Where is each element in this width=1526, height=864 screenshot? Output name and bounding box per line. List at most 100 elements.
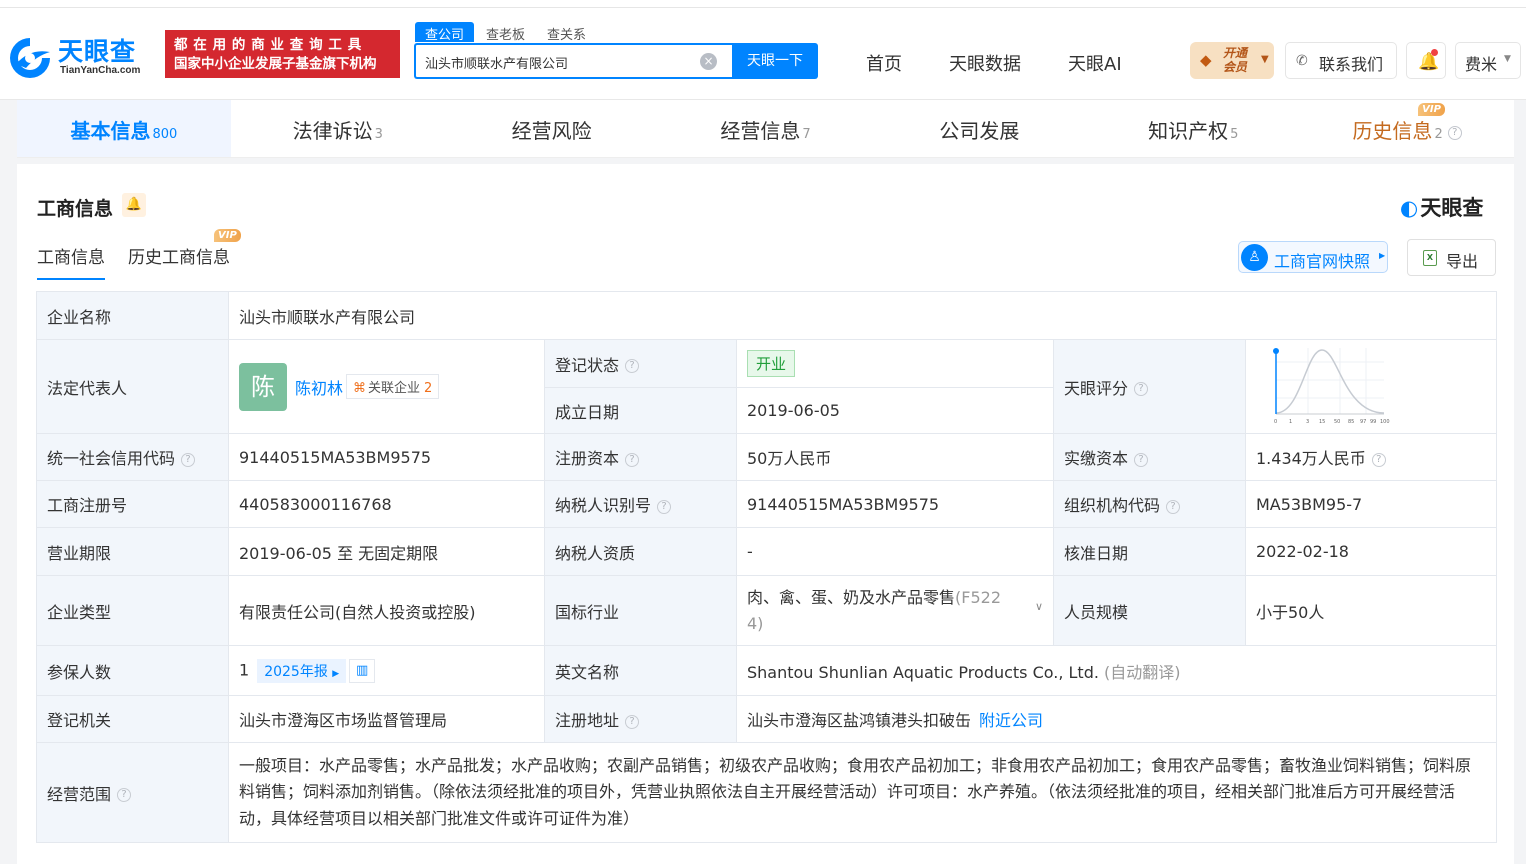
tab-development[interactable]: 公司发展 — [872, 100, 1086, 157]
approve-date: 2022-02-18 — [1244, 527, 1498, 576]
score-tick: 100 — [1380, 419, 1390, 425]
related-count: 2 — [424, 381, 433, 396]
user-icon: ♙ — [1241, 244, 1268, 271]
search-input-value: 汕头市顺联水产有限公司 — [425, 57, 569, 72]
chevron-down-icon[interactable]: ∨ — [1035, 594, 1043, 620]
related-label: 关联企业 — [368, 381, 421, 396]
related-companies-tag[interactable]: ⌘ 关联企业 2 — [346, 374, 440, 399]
en-name: Shantou Shunlian Aquatic Products Co., L… — [747, 662, 1099, 682]
chevron-right-icon: ▶ — [332, 668, 340, 679]
nav-ai[interactable]: 天眼AI — [1068, 50, 1122, 76]
term: 2019-06-05 至 无固定期限 — [228, 527, 545, 576]
table-row: 法定代表人 陈陈初林 ⌘ 关联企业 2 登记状态? 开业 天眼评分? 0 1 3… — [36, 339, 1498, 434]
notifications-button[interactable]: 🔔 — [1406, 42, 1446, 79]
score-tick: 15 — [1319, 419, 1325, 425]
tianyancha-logo-icon — [10, 38, 50, 78]
tab-legal[interactable]: 法律诉讼 3 — [231, 100, 445, 157]
brand-logo-text: 天眼查 — [1420, 196, 1484, 220]
chevron-right-icon: ▶ — [1379, 251, 1386, 260]
table-row: 经营范围? 一般项目：水产品零售；水产品批发；水产品收购；农副产品销售；初级农产… — [36, 742, 1498, 843]
label-text: 注册资本 — [555, 449, 620, 468]
main-nav: 首页 天眼数据 天眼AI — [866, 50, 1169, 76]
nav-data[interactable]: 天眼数据 — [949, 50, 1021, 76]
help-icon[interactable]: ? — [1447, 125, 1462, 140]
label-text: 实缴资本 — [1064, 449, 1129, 468]
snapshot-label: 工商官网快照 — [1274, 252, 1371, 271]
export-button[interactable]: X 导出 — [1407, 239, 1496, 276]
company-name: 汕头市顺联水产有限公司 — [227, 291, 1498, 340]
search-tab-boss[interactable]: 查老板 — [476, 22, 535, 43]
logo-text: 天眼查 — [58, 37, 137, 66]
tab-history[interactable]: 历史信息 2? VIP — [1300, 100, 1514, 157]
excel-icon: X — [1423, 250, 1437, 266]
export-label: 导出 — [1446, 252, 1479, 271]
open-vip-button[interactable]: ◆ 开通 会员 ▼ — [1190, 42, 1274, 79]
vip-label-line-2: 会员 — [1223, 60, 1248, 74]
industry-cell[interactable]: 肉、禽、蛋、奶及水产品零售(F522 4) ∨ — [736, 575, 1054, 646]
label-type: 企业类型 — [36, 575, 229, 646]
tab-label: 公司发展 — [939, 119, 1020, 143]
annual-report-tag[interactable]: 2025年报 ▶ — [257, 658, 347, 683]
business-scope: 一般项目：水产品零售；水产品批发；水产品收购；农副产品销售；初级农产品收购；食用… — [227, 742, 1498, 843]
subtab-label: 历史工商信息 — [128, 248, 230, 268]
search-input[interactable]: 汕头市顺联水产有限公司 × — [414, 43, 732, 79]
help-icon[interactable]: ? — [181, 452, 196, 467]
promo-banner[interactable]: 都在用的商业查询工具 国家中小企业发展子基金旗下机构 — [165, 30, 400, 78]
help-icon[interactable]: ? — [625, 714, 640, 729]
en-name-cell: Shantou Shunlian Aquatic Products Co., L… — [735, 645, 1498, 696]
help-icon[interactable]: ? — [1134, 382, 1149, 396]
legal-rep-link[interactable]: 陈初林 — [295, 375, 343, 399]
help-icon[interactable]: ? — [1134, 452, 1149, 467]
chevron-down-icon: ▼ — [1504, 54, 1511, 64]
help-icon[interactable]: ? — [625, 359, 640, 373]
score-tick: 50 — [1334, 419, 1340, 425]
auto-translate-note: (自动翻译) — [1104, 662, 1181, 682]
monitor-bell-icon[interactable]: 🔔 — [122, 193, 146, 217]
label-authority: 登记机关 — [36, 695, 229, 743]
label-taxpayer-qual: 纳税人资质 — [544, 527, 737, 576]
help-icon[interactable]: ? — [117, 788, 132, 802]
nav-home[interactable]: 首页 — [866, 50, 902, 76]
notification-dot — [1431, 49, 1438, 56]
bar-chart-icon[interactable]: ▥ — [349, 658, 376, 683]
staff-size: 小于50人 — [1244, 575, 1498, 646]
score-distribution-chart[interactable]: 0 1 3 15 50 85 97 99 100 — [1256, 342, 1396, 428]
tab-risk[interactable]: 经营风险 — [445, 100, 659, 157]
sub-tabs: 工商信息 历史工商信息 VIP — [37, 229, 253, 280]
logo-domain: TianYanCha.com — [60, 65, 141, 76]
label-paid-capital: 实缴资本? — [1053, 433, 1246, 481]
avatar[interactable]: 陈 — [239, 362, 287, 411]
industry-code: (F522 — [955, 587, 1001, 607]
banner-line-1: 都在用的商业查询工具 — [174, 37, 367, 53]
vip-label-line-1: 开通 — [1223, 46, 1248, 60]
label-scope: 经营范围? — [36, 742, 229, 843]
nearby-companies-link[interactable]: 附近公司 — [979, 711, 1043, 730]
contact-us-button[interactable]: ✆ 联系我们 — [1285, 42, 1397, 79]
clear-icon[interactable]: × — [700, 53, 717, 70]
search-tab-company[interactable]: 查公司 — [415, 22, 475, 43]
tab-operation[interactable]: 经营信息 7 — [659, 100, 873, 157]
site-logo[interactable]: 天眼查 TianYanCha.com — [6, 32, 158, 82]
search-button[interactable]: 天眼一下 — [732, 43, 818, 79]
search-tab-relation[interactable]: 查关系 — [537, 22, 596, 43]
help-icon[interactable]: ? — [657, 499, 672, 514]
vip-label: 开通 会员 — [1223, 46, 1247, 74]
label-company-name: 企业名称 — [36, 291, 229, 340]
phone-icon: ✆ — [1296, 53, 1308, 69]
tab-basic-info[interactable]: 基本信息 800 — [17, 100, 231, 157]
subtab-history-business-info[interactable]: 历史工商信息 VIP — [128, 229, 241, 280]
tab-ip[interactable]: 知识产权 5 — [1086, 100, 1300, 157]
subtab-business-info[interactable]: 工商信息 — [37, 243, 105, 280]
help-icon[interactable]: ? — [1166, 499, 1181, 514]
help-icon[interactable]: ? — [1371, 452, 1386, 467]
official-snapshot-button[interactable]: ♙ 工商官网快照 ▶ — [1238, 241, 1388, 273]
insured-count: 1 — [239, 660, 250, 679]
user-menu[interactable]: 费米 ▼ — [1455, 42, 1521, 79]
help-icon[interactable]: ? — [625, 452, 640, 467]
label-text: 注册地址 — [555, 711, 620, 730]
tab-count: 800 — [152, 127, 178, 142]
label-text: 组织机构代码 — [1064, 496, 1161, 515]
score-chart-cell[interactable]: 0 1 3 15 50 85 97 99 100 — [1244, 339, 1498, 434]
label-text: 经营范围 — [47, 784, 112, 804]
table-row: 统一社会信用代码? 91440515MA53BM9575 注册资本? 50万人民… — [36, 433, 1498, 481]
